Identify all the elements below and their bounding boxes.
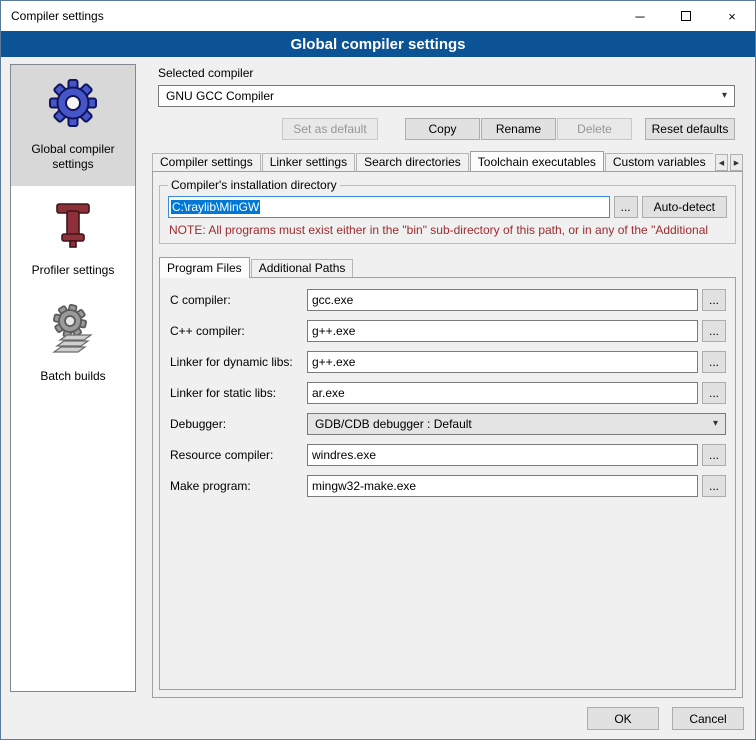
tab-scroll-area: Compiler settings Linker settings Search… [152,150,713,171]
dynamic-linker-input[interactable] [307,351,698,373]
compiler-settings-dialog: Compiler settings ─ × Global compiler se… [0,0,756,740]
tab-search-directories[interactable]: Search directories [356,153,469,171]
tab-linker-settings[interactable]: Linker settings [262,153,355,171]
c-compiler-browse-button[interactable]: ... [702,289,726,311]
reset-defaults-button[interactable]: Reset defaults [645,118,735,140]
sidebar-item-batch-builds[interactable]: Batch builds [11,292,135,398]
tab-scroll-buttons: ◀ ▶ [715,154,743,171]
dynamic-linker-label: Linker for dynamic libs: [170,355,307,369]
static-linker-label: Linker for static libs: [170,386,307,400]
make-program-input[interactable] [307,475,698,497]
static-linker-input[interactable] [307,382,698,404]
sidebar-item-label: Profiler settings [32,263,115,278]
resource-compiler-label: Resource compiler: [170,448,307,462]
form-row: Make program: ... [170,475,726,497]
selected-compiler-select[interactable]: GNU GCC Compiler ▾ [158,85,735,107]
form-row: C++ compiler: ... [170,320,726,342]
form-row: Linker for static libs: ... [170,382,726,404]
program-files-page: C compiler: ... C++ compiler: ... Linker… [159,277,736,690]
cancel-button[interactable]: Cancel [672,707,744,730]
chevron-down-icon: ▾ [722,91,727,101]
debugger-label: Debugger: [170,417,307,431]
tab-toolchain-executables[interactable]: Toolchain executables [470,151,604,171]
page-title: Global compiler settings [1,31,755,57]
settings-tab-strip: Compiler settings Linker settings Search… [147,150,748,171]
compiler-actions: Set as default Copy Rename Delete Reset … [158,118,735,140]
delete-button[interactable]: Delete [557,118,632,140]
cpp-compiler-browse-button[interactable]: ... [702,320,726,342]
sidebar-item-global-compiler-settings[interactable]: Global compiler settings [11,65,135,186]
close-button[interactable]: × [709,1,755,31]
c-compiler-input[interactable] [307,289,698,311]
form-row: Linker for dynamic libs: ... [170,351,726,373]
arrow-right-icon: ▶ [734,159,739,167]
sidebar-item-label: Batch builds [40,369,105,384]
window-controls: ─ × [617,1,755,31]
installation-directory-row: C:\raylib\MinGW ... Auto-detect [168,196,727,218]
resource-compiler-input[interactable] [307,444,698,466]
minimize-button[interactable]: ─ [617,1,663,31]
tab-scroll-right-button[interactable]: ▶ [730,154,743,171]
chevron-down-icon: ▾ [713,419,718,429]
rename-button[interactable]: Rename [481,118,556,140]
close-icon: × [728,9,736,24]
form-row: C compiler: ... [170,289,726,311]
maximize-icon [681,11,691,21]
subtab-program-files[interactable]: Program Files [159,257,250,278]
toolchain-executables-page: Compiler's installation directory C:\ray… [152,171,743,698]
installation-directory-group: Compiler's installation directory C:\ray… [159,178,736,244]
form-row: Resource compiler: ... [170,444,726,466]
dynamic-linker-browse-button[interactable]: ... [702,351,726,373]
debugger-select[interactable]: GDB/CDB debugger : Default ▾ [307,413,726,435]
main-panel: Selected compiler GNU GCC Compiler ▾ Set… [147,63,748,704]
sidebar-item-label: Global compiler settings [13,142,133,172]
copy-button[interactable]: Copy [405,118,480,140]
cpp-compiler-label: C++ compiler: [170,324,307,338]
installation-directory-input[interactable]: C:\raylib\MinGW [168,196,610,218]
settings-sidebar: Global compiler settings Profiler settin… [10,64,136,692]
selected-compiler-value: GNU GCC Compiler [166,89,274,103]
toolchain-subtab-strip: Program Files Additional Paths [159,256,736,277]
tab-compiler-settings[interactable]: Compiler settings [152,153,261,171]
make-program-browse-button[interactable]: ... [702,475,726,497]
arrow-left-icon: ◀ [719,159,724,167]
form-row: Debugger: GDB/CDB debugger : Default ▾ [170,413,726,435]
c-compiler-label: C compiler: [170,293,307,307]
installation-note: NOTE: All programs must exist either in … [169,223,726,237]
dialog-footer: OK Cancel [587,707,744,730]
compiler-gear-icon [47,77,99,129]
debugger-value: GDB/CDB debugger : Default [315,417,472,431]
tab-custom-variables[interactable]: Custom variables [605,153,713,171]
sidebar-item-profiler-settings[interactable]: Profiler settings [11,186,135,292]
tab-scroll-left-button[interactable]: ◀ [715,154,728,171]
window-title: Compiler settings [1,9,104,23]
resource-compiler-browse-button[interactable]: ... [702,444,726,466]
auto-detect-button[interactable]: Auto-detect [642,196,727,218]
ok-button[interactable]: OK [587,707,659,730]
set-as-default-button[interactable]: Set as default [282,118,378,140]
installation-directory-value: C:\raylib\MinGW [171,200,260,214]
subtab-additional-paths[interactable]: Additional Paths [251,259,354,277]
selected-compiler-label: Selected compiler [158,66,748,80]
batch-builds-icon [47,304,99,356]
static-linker-browse-button[interactable]: ... [702,382,726,404]
make-program-label: Make program: [170,479,307,493]
title-bar: Compiler settings ─ × [1,1,755,31]
minimize-icon: ─ [635,9,644,24]
installation-directory-browse-button[interactable]: ... [614,196,638,218]
profiler-icon [47,198,99,250]
cpp-compiler-input[interactable] [307,320,698,342]
installation-directory-label: Compiler's installation directory [168,178,340,192]
maximize-button[interactable] [663,1,709,31]
